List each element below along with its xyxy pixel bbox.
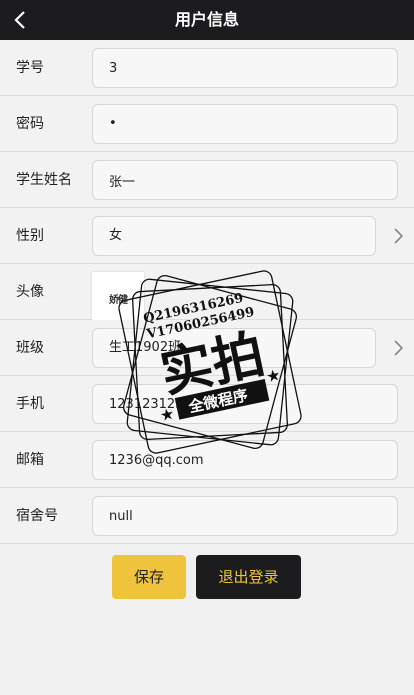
save-button[interactable]: 保存 [112, 555, 186, 599]
avatar-image-text: 娇健 [109, 294, 128, 306]
student-id-label: 学号 [16, 60, 44, 76]
student-id-row: 学号 [0, 40, 414, 96]
avatar-row: 头像 娇健 [0, 264, 414, 324]
name-label: 学生姓名 [16, 172, 72, 188]
avatar[interactable]: 娇健 [92, 272, 144, 324]
name-row: 学生姓名 [0, 152, 414, 208]
top-bar: 用户信息 [0, 0, 414, 40]
logout-button[interactable]: 退出登录 [196, 555, 301, 599]
dorm-label: 宿舍号 [16, 508, 58, 524]
dorm-row: 宿舍号 [0, 488, 414, 544]
user-info-form: 学号 密码 • 学生姓名 性别 女 头像 娇健 班级 生工1902班 手机 邮箱 [0, 40, 414, 544]
chevron-right-icon[interactable] [390, 338, 406, 358]
dorm-field[interactable] [92, 496, 398, 536]
phone-label: 手机 [16, 396, 44, 412]
password-label: 密码 [16, 116, 44, 132]
email-row: 邮箱 [0, 432, 414, 488]
student-id-field[interactable] [92, 48, 398, 88]
page-title: 用户信息 [174, 10, 239, 29]
gender-row: 性别 女 [0, 208, 414, 264]
avatar-label: 头像 [16, 284, 44, 300]
chevron-right-icon[interactable] [390, 226, 406, 246]
phone-row: 手机 [0, 376, 414, 432]
email-label: 邮箱 [16, 452, 44, 468]
email-field[interactable] [92, 440, 398, 480]
class-select[interactable]: 生工1902班 [92, 328, 376, 368]
name-field[interactable] [92, 160, 398, 200]
password-field[interactable]: • [92, 104, 398, 144]
class-row: 班级 生工1902班 [0, 320, 414, 376]
gender-select[interactable]: 女 [92, 216, 376, 256]
class-label: 班级 [16, 340, 44, 356]
phone-field[interactable] [92, 384, 398, 424]
password-row: 密码 • [0, 96, 414, 152]
action-buttons: 保存 退出登录 [0, 555, 414, 599]
gender-label: 性别 [16, 228, 44, 244]
